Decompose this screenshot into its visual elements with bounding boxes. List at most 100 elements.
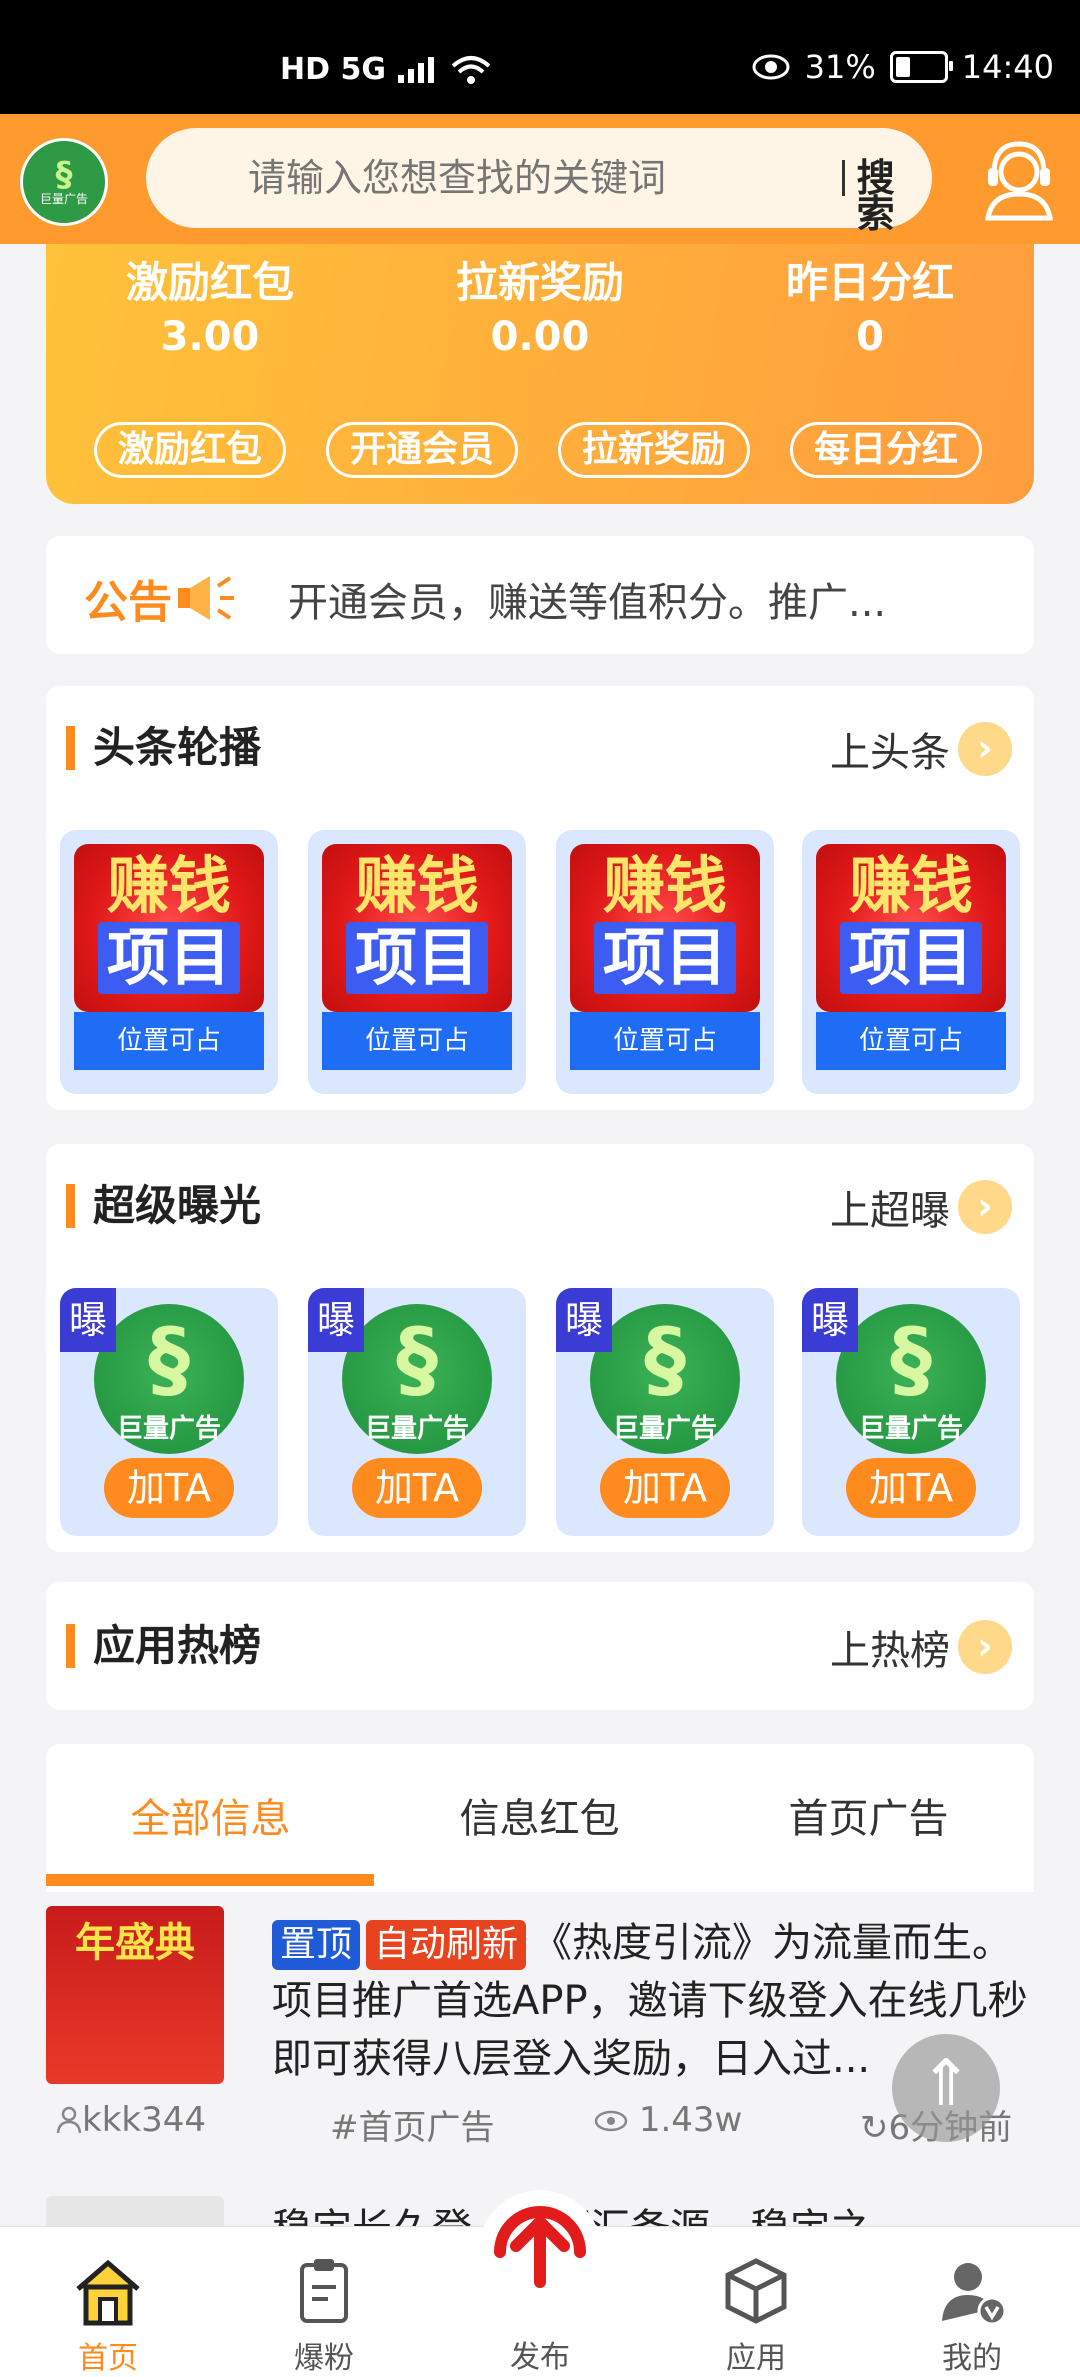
refresh-icon: ↻: [860, 2108, 889, 2148]
pinned-tag: 置顶: [272, 1920, 361, 1970]
add-contact-button[interactable]: 加TA: [846, 1458, 976, 1518]
exposure-slot[interactable]: § 巨量广告 曝 加TA: [802, 1288, 1020, 1536]
section-link-label: 上热榜: [830, 1628, 950, 1674]
exposure-slot[interactable]: § 巨量广告 曝 加TA: [308, 1288, 526, 1536]
go-headline-link[interactable]: 上头条 ›: [830, 720, 1012, 778]
add-contact-button[interactable]: 加TA: [352, 1458, 482, 1518]
exposure-badge: 曝: [802, 1288, 858, 1352]
add-contact-button[interactable]: 加TA: [104, 1458, 234, 1518]
publish-label: 发布: [510, 2340, 570, 2375]
go-exposure-link[interactable]: 上超曝 ›: [830, 1178, 1012, 1236]
slot-caption: 位置可占: [74, 1012, 264, 1070]
app-logo[interactable]: § 巨量广告: [20, 138, 108, 226]
make-money-banner: 赚钱 项目: [816, 844, 1006, 1012]
eye-icon: [752, 54, 790, 80]
banner-line2: 项目: [98, 922, 240, 994]
reward-stat-value: 0: [856, 314, 884, 360]
battery-icon: [889, 51, 953, 83]
tab-info-redpacket[interactable]: 信息红包: [375, 1786, 704, 1844]
tab-home-ads[interactable]: 首页广告: [704, 1786, 1033, 1844]
status-right: 31% 14:40: [751, 48, 1054, 86]
megaphone-icon: [178, 576, 234, 620]
go-hotlist-link[interactable]: 上热榜 ›: [830, 1618, 1012, 1676]
logo-symbol-icon: §: [396, 1310, 438, 1408]
nav-label: 爆粉: [294, 2341, 354, 2376]
tab-all-info[interactable]: 全部信息: [46, 1786, 375, 1844]
publish-upload-icon: [494, 2206, 586, 2288]
signal-icon: [397, 56, 434, 83]
reward-stat[interactable]: 拉新奖励 0.00: [390, 254, 690, 362]
reward-card: 激励红包 3.00 拉新奖励 0.00 昨日分红 0 激励红包 开通会员 拉新奖…: [46, 244, 1034, 504]
reward-stat[interactable]: 激励红包 3.00: [60, 254, 360, 362]
notice-bar[interactable]: 公告 开通会员，赚送等值积分。推广...: [46, 536, 1034, 654]
logo-symbol-icon: §: [148, 1310, 190, 1408]
nav-label: 应用: [726, 2341, 786, 2376]
headline-slot[interactable]: 赚钱 项目 位置可占: [556, 830, 774, 1094]
customer-service-icon[interactable]: [974, 134, 1064, 224]
cube-icon: [725, 2258, 787, 2324]
reward-stat-value: 3.00: [160, 314, 260, 360]
incentive-redpacket-button[interactable]: 激励红包: [94, 422, 286, 478]
search-button[interactable]: 搜索: [841, 159, 932, 233]
exposure-badge: 曝: [556, 1288, 612, 1352]
open-membership-button[interactable]: 开通会员: [326, 422, 518, 478]
back-to-top-button[interactable]: ⇑: [892, 2034, 1000, 2142]
wifi-icon: [451, 55, 491, 84]
logo-symbol-icon: §: [55, 155, 73, 195]
headline-carousel-section: 头条轮播 上头条 › 赚钱 项目 位置可占 赚钱 项目 位置可占 赚钱 项目 位…: [46, 686, 1034, 1110]
section-link-label: 上超曝: [830, 1188, 950, 1234]
daily-dividend-button[interactable]: 每日分红: [790, 422, 982, 478]
slot-caption: 位置可占: [322, 1012, 512, 1070]
section-link-label: 上头条: [830, 730, 950, 776]
post-views: 1.43w: [594, 2100, 742, 2140]
reward-stat-label: 拉新奖励: [455, 258, 624, 307]
feed-tabs: 全部信息 信息红包 首页广告: [46, 1744, 1034, 1892]
category-name: 首页广告: [358, 2108, 495, 2148]
auto-refresh-tag: 自动刷新: [366, 1920, 527, 1970]
nav-home[interactable]: 首页: [0, 2227, 216, 2377]
section-title: 超级曝光: [66, 1184, 261, 1228]
nav-fans[interactable]: 爆粉: [216, 2227, 432, 2377]
author-name: kkk344: [82, 2100, 206, 2140]
notice-title: 公告: [84, 577, 172, 628]
active-tab-indicator: [46, 1874, 374, 1886]
headline-slot[interactable]: 赚钱 项目 位置可占: [60, 830, 278, 1094]
publish-button[interactable]: [478, 2190, 602, 2314]
list-item[interactable]: 年盛典 置顶 自动刷新 《热度引流》为流量而生。项目推广首选APP，邀请下级登入在线…: [46, 1892, 1034, 2176]
exposure-slot[interactable]: § 巨量广告 曝 加TA: [556, 1288, 774, 1536]
headline-slot[interactable]: 赚钱 项目 位置可占: [802, 830, 1020, 1094]
referral-reward-button[interactable]: 拉新奖励: [558, 422, 750, 478]
banner-line1: 赚钱: [106, 849, 231, 922]
profile-icon: [942, 2263, 1007, 2326]
make-money-banner: 赚钱 项目: [322, 844, 512, 1012]
make-money-banner: 赚钱 项目: [570, 844, 760, 1012]
nav-apps[interactable]: 应用: [648, 2227, 864, 2377]
arrow-up-icon: ⇑: [919, 2047, 973, 2121]
exposure-slot[interactable]: § 巨量广告 曝 加TA: [60, 1288, 278, 1536]
logo-symbol-icon: §: [890, 1310, 932, 1408]
reward-stat[interactable]: 昨日分红 0: [720, 254, 1020, 362]
reward-stat-value: 0.00: [490, 314, 590, 360]
banner-line2: 项目: [840, 922, 982, 994]
post-thumbnail: 年盛典: [46, 1906, 224, 2084]
headline-slot[interactable]: 赚钱 项目 位置可占: [308, 830, 526, 1094]
banner-line2: 项目: [346, 922, 488, 994]
hashtag-icon: #: [330, 2108, 359, 2148]
network-label: HD 5G: [280, 52, 386, 87]
notice-text: 开通会员，赚送等值积分。推广...: [288, 580, 887, 626]
add-contact-button[interactable]: 加TA: [600, 1458, 730, 1518]
section-title: 头条轮播: [66, 726, 261, 770]
post-category[interactable]: #首页广告: [330, 2100, 495, 2149]
app-logo-avatar: § 巨量广告: [836, 1304, 986, 1454]
app-logo-avatar: § 巨量广告: [94, 1304, 244, 1454]
post-author[interactable]: kkk344: [56, 2100, 206, 2140]
logo-symbol-icon: §: [644, 1310, 686, 1408]
post-thumbnail: [46, 2196, 224, 2226]
nav-label: 我的: [942, 2341, 1002, 2376]
search-input[interactable]: [246, 155, 836, 201]
top-header: § 巨量广告 搜索: [0, 114, 1080, 244]
status-bar: HD 5G 31% 14:40: [0, 0, 1080, 114]
clipboard-icon: [300, 2259, 348, 2323]
nav-mine[interactable]: 我的: [864, 2227, 1080, 2377]
app-hot-list-section: 应用热榜 上热榜 ›: [46, 1582, 1034, 1710]
